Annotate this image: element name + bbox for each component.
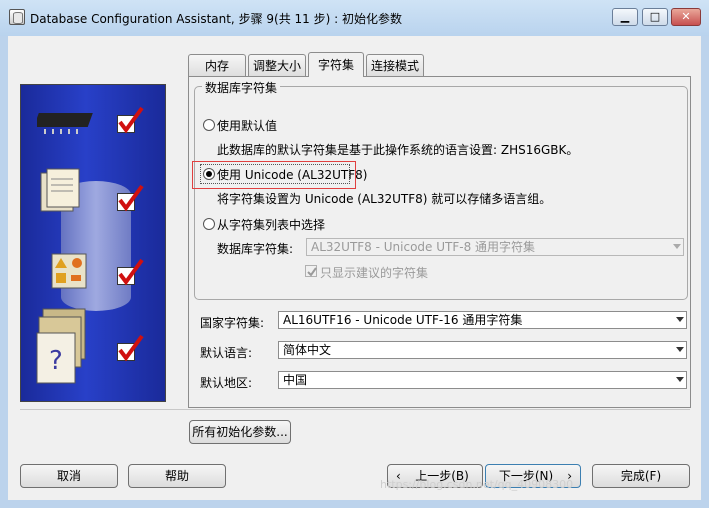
use-unicode-label[interactable]: 使用 Unicode (AL32UTF8) [217,166,367,183]
default-territory-value: 中国 [283,373,308,387]
chevron-down-icon [676,317,684,322]
choose-from-list-label[interactable]: 从字符集列表中选择 [217,216,325,233]
cancel-button[interactable]: 取消 [20,464,118,488]
window-frame-bottom [0,500,709,508]
window-frame-right [701,36,709,508]
tab-charset[interactable]: 字符集 [308,52,364,77]
national-charset-select[interactable]: AL16UTF16 - Unicode UTF-16 通用字符集 [278,311,687,329]
chevron-down-icon [676,377,684,382]
default-territory-label: 默认地区: [200,376,253,390]
national-charset-label: 国家字符集: [200,316,265,330]
minimize-button[interactable]: ▁ [612,8,638,26]
show-recommended-label: 只显示建议的字符集 [320,266,429,280]
unicode-charset-description: 将字符集设置为 Unicode (AL32UTF8) 就可以存储多语言组。 [217,192,552,206]
app-icon [9,9,25,25]
wizard-illustration: ? [20,84,166,402]
window-frame-left [0,36,8,508]
use-default-radio[interactable] [203,119,215,131]
use-unicode-radio[interactable] [203,168,215,180]
checkmark-icon [307,267,317,277]
db-charset-select-value: AL32UTF8 - Unicode UTF-8 通用字符集 [311,240,536,254]
db-charset-select[interactable]: AL32UTF8 - Unicode UTF-8 通用字符集 [306,238,684,256]
default-charset-description: 此数据库的默认字符集是基于此操作系统的语言设置: ZHS16GBK。 [217,143,579,157]
memory-chip-icon [37,113,93,134]
close-button[interactable]: ✕ [671,8,701,26]
db-charset-label: 数据库字符集: [217,242,294,256]
window-title: Database Configuration Assistant, 步骤 9(共… [30,12,402,26]
national-charset-value: AL16UTF16 - Unicode UTF-16 通用字符集 [283,313,523,327]
documents-icon [40,168,80,212]
shapes-icon [51,253,87,289]
chevron-down-icon [676,347,684,352]
default-language-label: 默认语言: [200,346,253,360]
help-button[interactable]: 帮助 [128,464,226,488]
chevron-down-icon [673,244,681,249]
default-territory-select[interactable]: 中国 [278,371,687,389]
step-connection-checkbox-icon [117,334,144,362]
step-memory-checkbox-icon [117,106,144,134]
finish-button[interactable]: 完成(F) [592,464,690,488]
show-recommended-checkbox[interactable] [305,265,317,277]
tab-connection-mode[interactable]: 连接模式 [366,54,424,76]
tab-memory[interactable]: 内存 [188,54,246,76]
all-init-params-button[interactable]: 所有初始化参数... [189,420,291,444]
step-charset-checkbox-icon [117,258,144,286]
help-folders-icon: ? [36,308,86,384]
maximize-button[interactable]: □ [642,8,668,26]
choose-from-list-radio[interactable] [203,218,215,230]
default-language-value: 简体中文 [283,343,332,357]
tab-sizing[interactable]: 调整大小 [248,54,306,76]
divider [20,409,690,410]
use-default-label[interactable]: 使用默认值 [217,117,277,134]
step-sizing-checkbox-icon [117,184,144,212]
default-language-select[interactable]: 简体中文 [278,341,687,359]
svg-text:?: ? [49,346,63,376]
watermark-text: https://blog.csdn.net/qq_40908300 [380,478,574,491]
database-charset-group-title: 数据库字符集 [202,79,281,96]
